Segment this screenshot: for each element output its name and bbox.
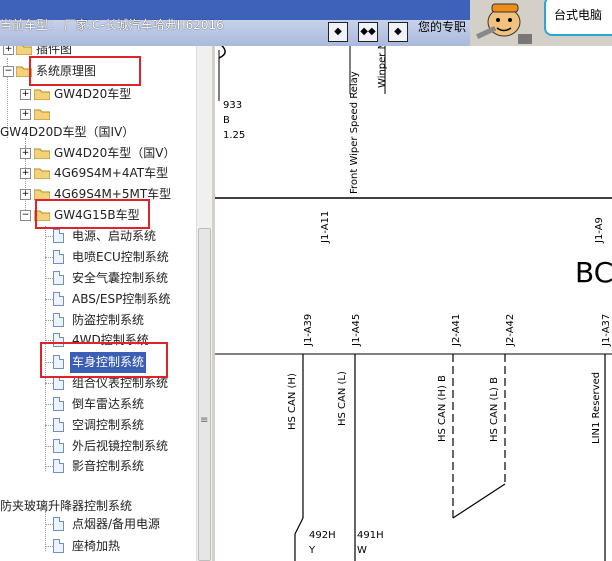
nav-first-button[interactable]: ◆ — [328, 22, 348, 42]
wiper-motor-label: Winper M — [377, 46, 388, 88]
pin-label: J1-A39 — [303, 313, 314, 346]
document-icon — [53, 459, 64, 473]
mascot-icon — [476, 3, 532, 44]
tree-item-anti-theft[interactable]: 防盗控制系统 — [0, 310, 196, 331]
highlight-box-system-schematics — [29, 56, 141, 86]
nav-split-button[interactable]: ◆◆ — [358, 22, 378, 42]
tree-item-mirror-control[interactable]: 外后视镜控制系统 — [0, 436, 196, 457]
wire-id: 491H — [357, 530, 384, 541]
tree-item-power-start[interactable]: 电源、启动系统 — [0, 226, 196, 247]
tree-item-gw4d20d-guo4[interactable]: GW4D20D车型（国IV） — [0, 122, 196, 143]
highlight-box-gw4g15b — [35, 199, 150, 229]
signal-label: HS CAN (H) — [287, 373, 298, 430]
tree-item-gw4d20-guo5[interactable]: + GW4D20车型（国Ⅴ） — [0, 143, 196, 164]
document-icon — [53, 397, 64, 411]
system-tree: + 插件图 − 系统原理图 + GW4D20车型 + GW4D20D车型（国IV… — [0, 46, 196, 561]
tree-item-label: 点烟器/备用电源 — [72, 517, 161, 531]
wire-number: 933 — [223, 100, 243, 111]
signal-label: HS CAN (H) B — [437, 375, 448, 442]
collapse-minus-icon[interactable]: − — [3, 66, 14, 77]
top-bar: 当前车型： 厂家:C-长城汽车哈弗H62016 ◆ ◆◆ ◆ 您的专职 台式电脑 — [0, 0, 612, 46]
pin-label: J1-A37 — [601, 313, 612, 346]
expand-plus-icon[interactable]: + — [20, 89, 31, 100]
tree-item-label: 防盗控制系统 — [72, 313, 145, 327]
document-icon — [53, 292, 64, 306]
tree-item-ecu[interactable]: 电喷ECU控制系统 — [0, 247, 196, 268]
tree-item-label: 4G69S4M+4AT车型 — [54, 166, 169, 180]
tree-item-airbag[interactable]: 安全气囊控制系统 — [0, 268, 196, 289]
pin-label: J1-A45 — [351, 313, 362, 346]
tree-item-label: 倒车雷达系统 — [72, 397, 145, 411]
tree-item-label: 电源、启动系统 — [72, 229, 157, 243]
scroll-grip: ≡ — [200, 415, 209, 426]
front-wiper-relay-label: Front Wiper Speed Relay — [349, 71, 360, 194]
wire-gauge: 1.25 — [223, 130, 246, 141]
tree-item-seat-heating[interactable]: 座椅加热 — [0, 536, 196, 557]
document-icon — [53, 313, 64, 327]
pin-label: J2-A41 — [451, 313, 462, 346]
expand-plus-icon[interactable]: + — [20, 148, 31, 159]
expand-plus-icon[interactable]: + — [20, 189, 31, 200]
pin-label: J2-A42 — [505, 313, 516, 346]
folder-icon — [34, 89, 50, 100]
tree-item-audio-video[interactable]: 影音控制系统 — [0, 456, 196, 477]
document-icon — [53, 271, 64, 285]
module-label: BC — [575, 256, 612, 289]
document-icon — [53, 517, 64, 531]
folder-icon — [16, 46, 32, 55]
wire-color: Y — [309, 545, 316, 556]
tree-item-abs-esp[interactable]: ABS/ESP控制系统 — [0, 289, 196, 310]
diagram-lines — [215, 46, 612, 561]
tree-scrollbar-thumb[interactable] — [198, 228, 211, 561]
folder-icon — [34, 168, 50, 179]
tree-item-label: 座椅加热 — [72, 539, 121, 553]
collapse-minus-icon[interactable]: − — [20, 210, 31, 221]
folder-icon — [34, 148, 50, 159]
assistant-message: 您的专职 — [418, 20, 467, 34]
document-icon — [53, 439, 64, 453]
document-icon — [53, 376, 64, 390]
signal-label: HS CAN (L) B — [489, 377, 500, 442]
document-icon — [53, 250, 64, 264]
document-icon — [53, 229, 64, 243]
tree-item-label: ABS/ESP控制系统 — [72, 292, 171, 306]
speech-callout: 台式电脑 — [544, 0, 612, 36]
tree-item-parking-radar[interactable]: 倒车雷达系统 — [0, 394, 196, 415]
wiring-diagram: Front Wiper Speed Relay Winper M 933 B 1… — [215, 46, 612, 561]
tree-item-4g69-4at[interactable]: + 4G69S4M+4AT车型 — [0, 163, 196, 184]
tree-item-label: GW4D20车型 — [54, 87, 132, 101]
expand-plus-icon[interactable]: + — [20, 168, 31, 179]
expand-plus-icon[interactable]: + — [20, 109, 31, 120]
tree-item-label: GW4D20车型（国Ⅴ） — [54, 146, 176, 160]
wire-color: W — [357, 545, 367, 556]
signal-label: LIN1 Reserved — [591, 371, 602, 444]
pin-label: J1-A11 — [320, 210, 331, 243]
highlight-box-body-control — [40, 342, 168, 378]
tree-item-cigarette-lighter[interactable]: 点烟器/备用电源 — [0, 514, 196, 535]
folder-icon — [34, 109, 50, 120]
tree-item-air-conditioning[interactable]: 空调控制系统 — [0, 415, 196, 436]
wire-id: 492H — [309, 530, 336, 541]
tree-item-label: 电喷ECU控制系统 — [72, 250, 169, 264]
tree-item-label: 安全气囊控制系统 — [72, 271, 169, 285]
current-model-label: 当前车型： 厂家:C-长城汽车哈弗H62016 — [0, 18, 224, 32]
pin-label: J1-A9 — [594, 217, 605, 243]
nav-last-button[interactable]: ◆ — [388, 22, 408, 42]
tree-item-label: 空调控制系统 — [72, 418, 145, 432]
callout-text: 台式电脑 — [554, 8, 603, 22]
tree-item-label: 影音控制系统 — [72, 459, 145, 473]
tree-item-gw4d20[interactable]: + GW4D20车型 — [0, 84, 196, 105]
signal-label: HS CAN (L) — [337, 371, 348, 426]
wire-color: B — [223, 115, 230, 126]
tree-item-label: 外后视镜控制系统 — [72, 439, 169, 453]
tree-item-label: GW4D20D车型（国IV） — [0, 125, 135, 139]
document-icon — [53, 418, 64, 432]
expand-plus-icon[interactable]: + — [3, 46, 14, 55]
document-icon — [53, 539, 64, 553]
